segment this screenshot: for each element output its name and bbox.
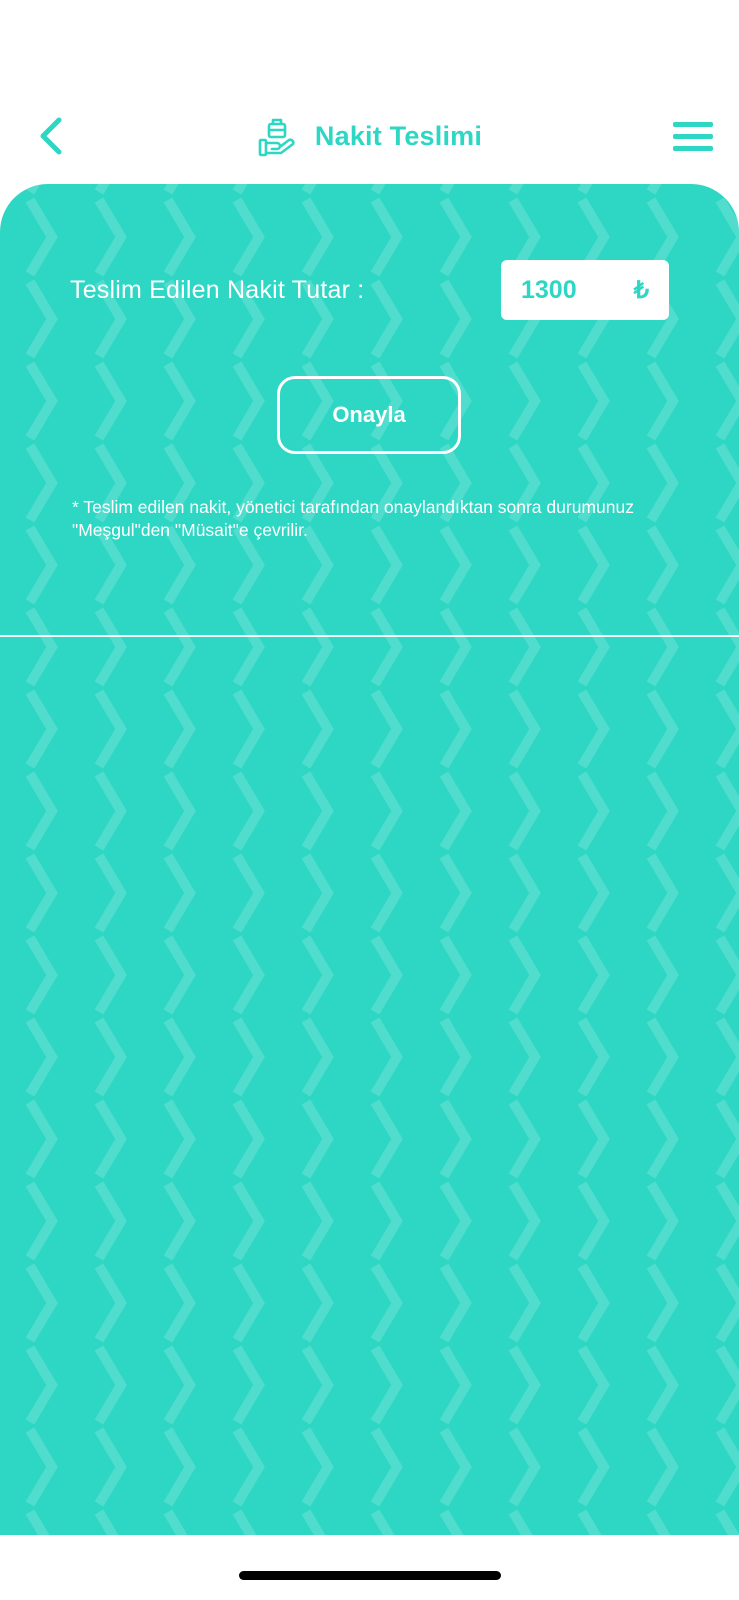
hamburger-line — [673, 133, 713, 139]
confirm-button[interactable]: Onayla — [277, 376, 461, 454]
hamburger-menu-icon — [673, 121, 713, 127]
amount-input[interactable]: 1300 ₺ — [501, 260, 669, 320]
hand-holding-briefcase-icon — [258, 118, 295, 157]
currency-symbol: ₺ — [633, 276, 649, 304]
amount-value: 1300 — [521, 275, 577, 304]
cash-delivery-panel: Teslim Edilen Nakit Tutar : 1300 ₺ Onayl… — [0, 184, 739, 1535]
page-title-group: Nakit Teslimi — [0, 112, 739, 160]
home-indicator — [239, 1571, 501, 1580]
header: Nakit Teslimi — [0, 100, 739, 172]
info-note: * Teslim edilen nakit, yönetici tarafınd… — [72, 497, 634, 540]
amount-row: Teslim Edilen Nakit Tutar : 1300 ₺ — [70, 260, 669, 320]
hamburger-line — [673, 145, 713, 151]
screen: Nakit Teslimi Teslim Edilen Nakit Tutar … — [0, 0, 739, 1600]
amount-label: Teslim Edilen Nakit Tutar : — [70, 275, 365, 304]
menu-button[interactable] — [673, 114, 717, 158]
page-title: Nakit Teslimi — [314, 120, 483, 151]
divider — [0, 635, 739, 637]
